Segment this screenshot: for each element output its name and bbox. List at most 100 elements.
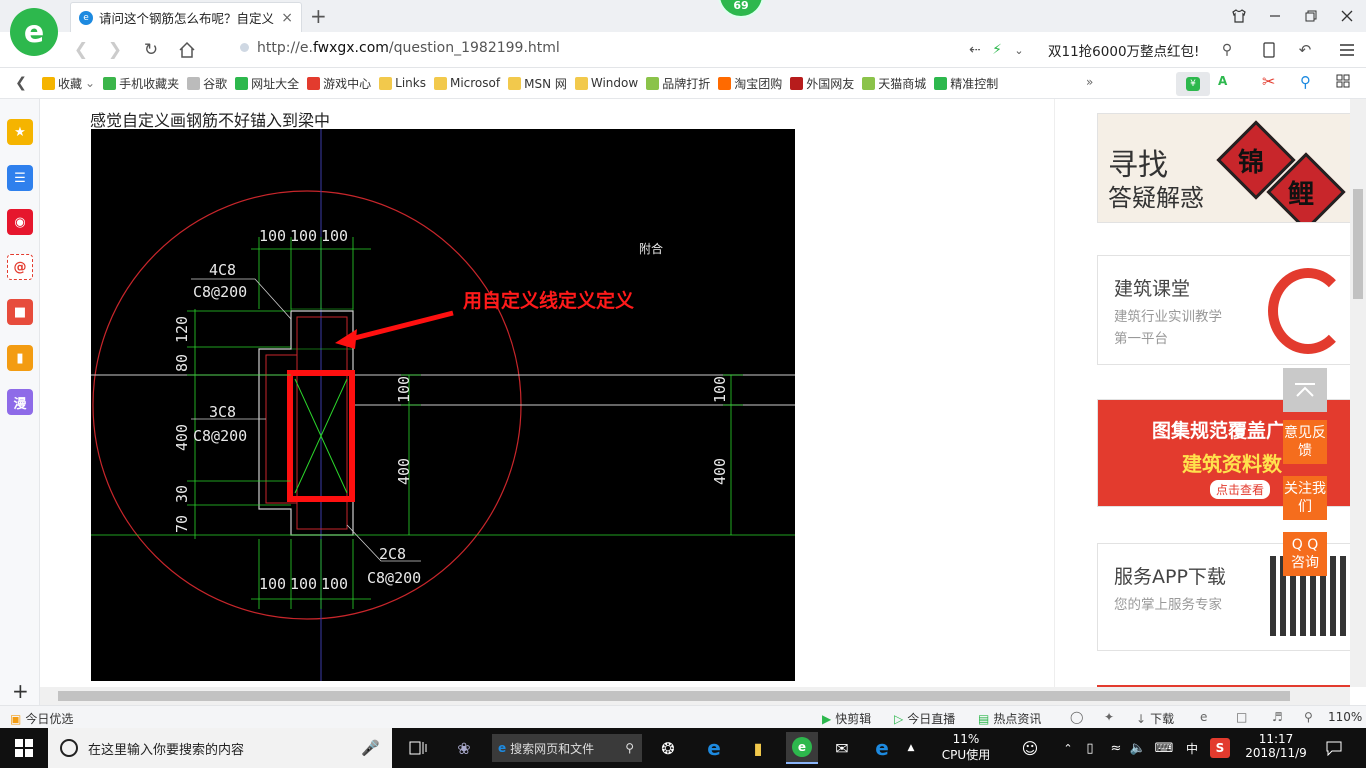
bookmark-book-icon[interactable]: ▮ xyxy=(7,345,33,371)
pin-icon[interactable]: ✦ xyxy=(1104,710,1114,724)
news-feed-icon[interactable]: ☰ xyxy=(7,165,33,191)
zoom-search-icon[interactable]: ⚲ xyxy=(1304,710,1313,724)
bookmark-item[interactable]: 网址大全 xyxy=(235,75,299,92)
shield-security-icon[interactable]: ¥ xyxy=(1176,72,1210,96)
pinwheel-app-icon[interactable]: ❀ xyxy=(452,736,476,760)
forward-button[interactable]: ❯ xyxy=(102,38,128,62)
wifi-icon[interactable]: ≈ xyxy=(1104,736,1128,760)
back-to-top-button[interactable] xyxy=(1283,368,1327,412)
game-controller-icon[interactable]: ■ xyxy=(7,299,33,325)
bookmark-item[interactable]: 谷歌 xyxy=(187,75,227,92)
ad-koi-banner[interactable]: 寻找 答疑解惑 锦 鲤 xyxy=(1097,113,1351,223)
browser-logo-icon[interactable]: e xyxy=(10,8,58,56)
browser-status-bar: ▣ 今日优选 ▶ 快剪辑 ▷ 今日直播 ▤ 热点资讯 ◯ ✦ ↓ 下载 e □ ♬ ⚲ 1… xyxy=(0,705,1366,728)
bookmark-item[interactable]: 淘宝团购 xyxy=(718,75,782,92)
tab-close-button[interactable]: × xyxy=(281,10,293,26)
hot-news-item[interactable]: ▤ 热点资讯 xyxy=(978,710,1041,727)
mobile-icon[interactable] xyxy=(1256,38,1282,62)
ime-indicator[interactable]: 中 xyxy=(1186,740,1198,757)
new-tab-button[interactable]: + xyxy=(310,4,327,28)
cpu-usage[interactable]: 11% CPU使用 xyxy=(936,732,996,763)
bookmark-item[interactable]: 品牌打折 xyxy=(646,75,710,92)
email-icon[interactable]: @ xyxy=(7,254,33,280)
comic-icon[interactable]: 漫 xyxy=(7,389,33,415)
bookmark-item[interactable]: 精准控制 xyxy=(934,75,998,92)
feedback-button[interactable]: 意见反馈 xyxy=(1283,420,1327,464)
more-bookmarks-icon[interactable]: » xyxy=(1086,75,1093,89)
bookmark-item[interactable]: Window xyxy=(574,76,638,90)
bookmark-item[interactable]: 外国网友 xyxy=(790,75,854,92)
restore-button[interactable] xyxy=(1296,4,1326,28)
live-item[interactable]: ▷ 今日直播 xyxy=(894,710,955,727)
bookmark-item[interactable]: MSN 网 xyxy=(508,75,567,92)
windows-start-icon[interactable] xyxy=(12,736,36,760)
sogou-ime-icon[interactable]: S xyxy=(1210,738,1230,758)
zoom-level[interactable]: 110% xyxy=(1328,710,1362,724)
ad3-view-button[interactable]: 点击查看 xyxy=(1210,480,1271,499)
quick-edit-item[interactable]: ▶ 快剪辑 xyxy=(822,710,871,727)
search-tool-icon[interactable]: ⚲ xyxy=(1300,73,1311,91)
home-button[interactable] xyxy=(174,38,200,62)
minimize-button[interactable] xyxy=(1260,4,1290,28)
weibo-icon[interactable]: ◉ xyxy=(7,209,33,235)
speed-icon[interactable]: ◯ xyxy=(1070,710,1083,724)
vertical-scrollbar[interactable] xyxy=(1350,99,1366,687)
taskbar-scroll-icon[interactable]: ▲ xyxy=(904,736,918,760)
chevron-down-icon[interactable]: ⌄ xyxy=(85,76,95,90)
task-view-icon[interactable] xyxy=(406,736,430,760)
mail-icon[interactable]: ✉ xyxy=(830,736,854,760)
edge-icon[interactable]: e xyxy=(870,736,894,760)
chevron-down-icon[interactable]: ⌄ xyxy=(1006,38,1032,62)
vertical-scroll-thumb[interactable] xyxy=(1353,189,1363,299)
microphone-icon[interactable]: 🎤 xyxy=(361,739,380,757)
bookmark-scroll-left-icon[interactable]: ❮ xyxy=(0,75,42,91)
battery-icon[interactable]: ▯ xyxy=(1078,736,1102,760)
close-window-button[interactable] xyxy=(1332,4,1362,28)
notification-badge[interactable]: 69 xyxy=(718,0,764,18)
leaf-icon xyxy=(646,76,660,90)
apps-grid-icon[interactable] xyxy=(1336,74,1350,91)
translate-icon[interactable]: A xyxy=(1218,74,1227,88)
horizontal-scrollbar[interactable] xyxy=(40,687,1350,705)
internet-explorer-icon[interactable]: e xyxy=(702,736,726,760)
browser-tab[interactable]: e 请问这个钢筋怎么布呢？自定义画 × xyxy=(70,2,302,32)
scissors-icon[interactable]: ✂ xyxy=(1262,72,1275,91)
qihoo-security-icon[interactable]: ❂ xyxy=(656,736,680,760)
menu-icon[interactable] xyxy=(1334,38,1360,62)
search-icon[interactable]: ⚲ xyxy=(1214,38,1240,62)
show-hidden-icons[interactable]: ⌃ xyxy=(1056,736,1080,760)
window-icon[interactable]: □ xyxy=(1236,710,1247,724)
qq-consult-button[interactable]: Q Q 咨询 xyxy=(1283,532,1327,576)
web-search-toolbar[interactable]: e 搜索网页和文件 ⚲ xyxy=(492,734,642,762)
url-field[interactable]: http://e.fwxgx.com/question_1982199.html xyxy=(240,40,560,56)
add-sidebar-button[interactable]: + xyxy=(12,679,29,703)
keyboard-icon[interactable]: ⌨ xyxy=(1152,736,1176,760)
people-icon[interactable]: ☺ xyxy=(1018,736,1042,760)
bookmark-item[interactable]: 手机收藏夹 xyxy=(103,75,179,92)
bookmark-item[interactable]: 天猫商城 xyxy=(862,75,926,92)
shirt-skin-icon[interactable] xyxy=(1224,4,1254,28)
file-explorer-icon[interactable]: ▮ xyxy=(746,736,770,760)
undo-icon[interactable]: ↶ xyxy=(1292,38,1318,62)
site-info-icon[interactable] xyxy=(240,43,249,52)
windows-search-box[interactable]: 在这里输入你要搜索的内容 🎤 xyxy=(48,728,392,768)
bookmark-item[interactable]: Microsof xyxy=(433,76,500,90)
download-item[interactable]: ↓ 下载 xyxy=(1136,710,1174,727)
ie-mode-icon[interactable]: e xyxy=(1200,710,1207,724)
today-picks[interactable]: ▣ 今日优选 xyxy=(10,710,73,727)
speaker-icon[interactable]: 🔈 xyxy=(1126,736,1150,760)
bookmark-item[interactable]: 游戏中心 xyxy=(307,75,371,92)
reload-button[interactable]: ↻ xyxy=(138,38,164,62)
ad-building-class[interactable]: 建筑课堂 建筑行业实训教学第一平台 xyxy=(1097,255,1351,365)
favorites-star-icon[interactable]: ★ xyxy=(7,119,33,145)
clock[interactable]: 11:17 2018/11/9 xyxy=(1240,732,1312,760)
bookmark-item[interactable]: Links xyxy=(379,76,426,90)
bookmark-item[interactable]: 收藏 ⌄ xyxy=(42,75,95,92)
follow-us-button[interactable]: 关注我们 xyxy=(1283,476,1327,520)
back-button[interactable]: ❮ xyxy=(68,38,94,62)
promo-link[interactable]: 双11抢6000万整点红包! xyxy=(1048,40,1199,60)
notification-center-icon[interactable] xyxy=(1322,736,1346,760)
volume-icon[interactable]: ♬ xyxy=(1272,710,1283,724)
horizontal-scroll-thumb[interactable] xyxy=(58,691,1290,701)
browser-taskbar-icon[interactable]: e xyxy=(786,732,818,764)
